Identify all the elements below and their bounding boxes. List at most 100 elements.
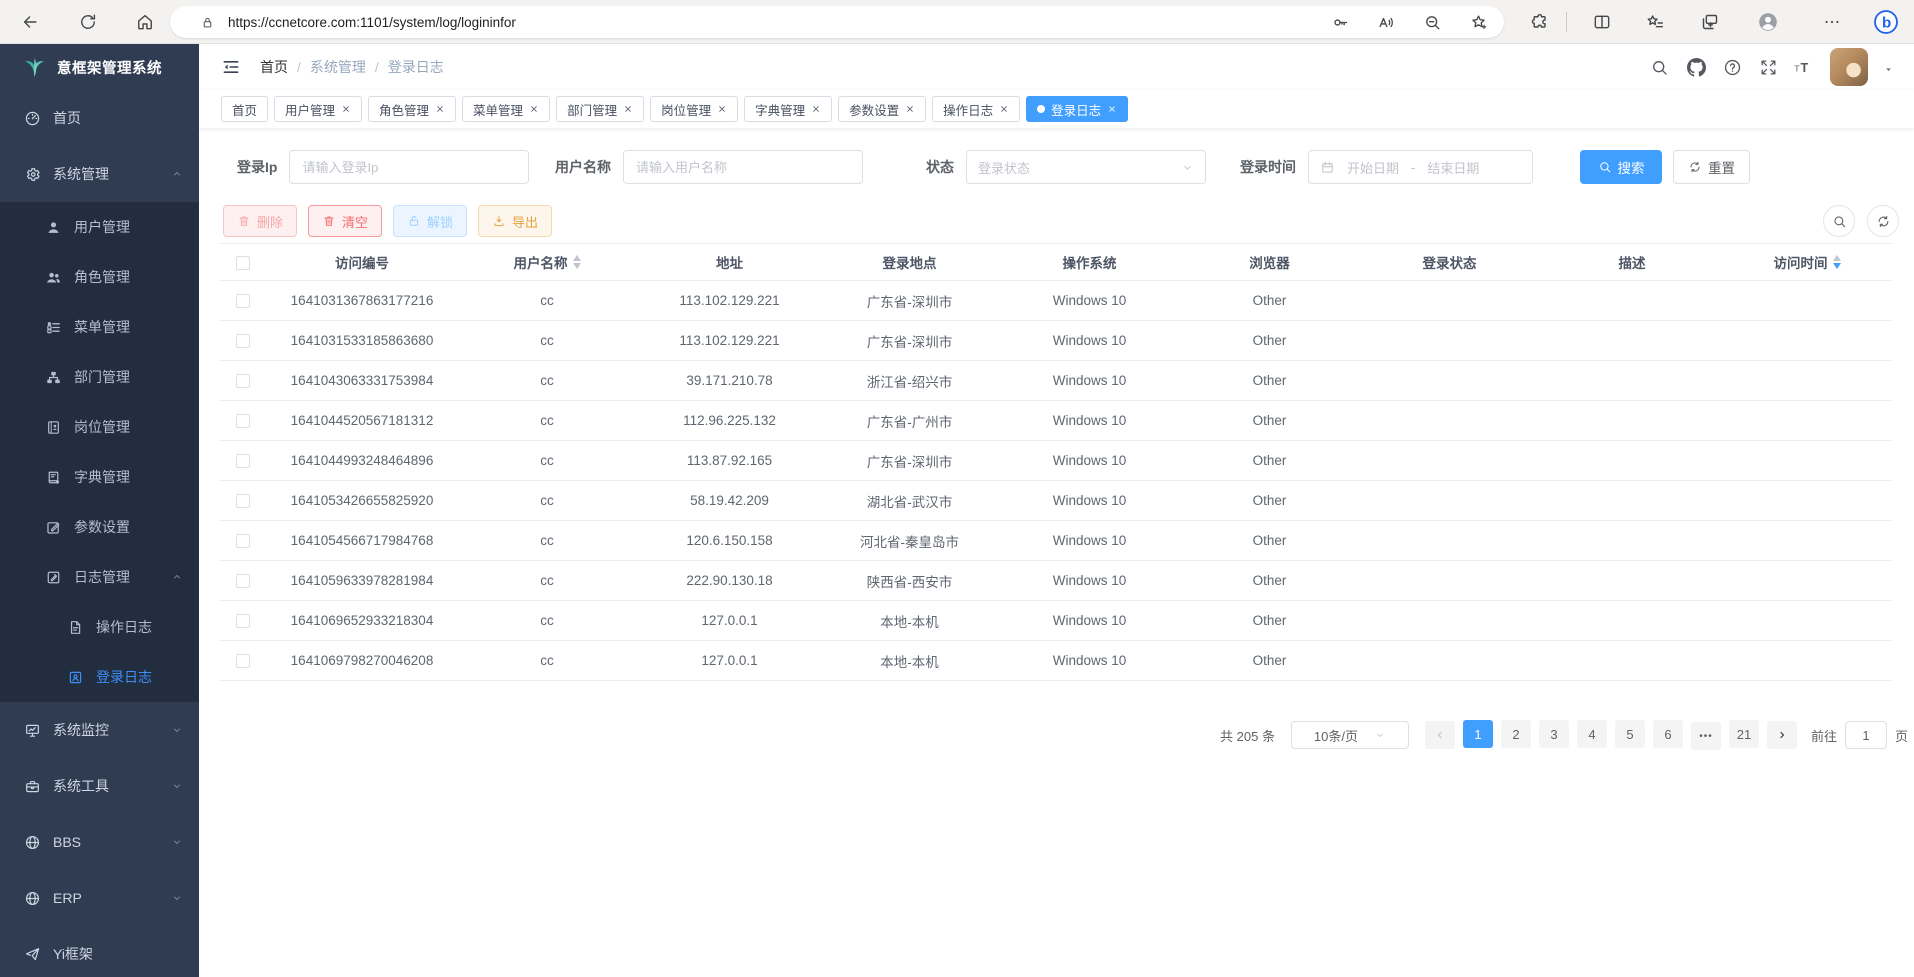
close-icon[interactable] [905, 104, 915, 114]
search-button[interactable]: 搜索 [1580, 150, 1662, 184]
unlock-button[interactable]: 解锁 [393, 205, 467, 237]
row-checkbox[interactable] [236, 654, 250, 668]
refresh-icon[interactable] [78, 12, 98, 32]
status-select[interactable]: 登录状态 [966, 150, 1206, 184]
sidebar-item-Yi框架[interactable]: Yi框架 [0, 926, 199, 977]
sidebar-item-参数设置[interactable]: 参数设置 [0, 502, 199, 552]
sort-caret[interactable] [573, 255, 581, 269]
sidebar-item-岗位管理[interactable]: 岗位管理 [0, 402, 199, 452]
sidebar-item-角色管理[interactable]: 角色管理 [0, 252, 199, 302]
breadcrumb-system[interactable]: 系统管理 [310, 57, 366, 77]
split-screen-icon[interactable] [1592, 12, 1612, 32]
close-icon[interactable] [1107, 104, 1117, 114]
sidebar-item-ERP[interactable]: ERP [0, 870, 199, 926]
close-icon[interactable] [529, 104, 539, 114]
sidebar-item-日志管理[interactable]: 日志管理 [0, 552, 199, 602]
sidebar-item-用户管理[interactable]: 用户管理 [0, 202, 199, 252]
row-checkbox[interactable] [236, 334, 250, 348]
row-checkbox[interactable] [236, 294, 250, 308]
extensions-icon[interactable] [1530, 12, 1550, 32]
date-range-picker[interactable]: 开始日期 - 结束日期 [1308, 150, 1533, 184]
home-icon[interactable] [135, 12, 155, 32]
delete-button[interactable]: 删除 [223, 205, 297, 237]
prev-page-button[interactable] [1425, 721, 1455, 749]
row-checkbox[interactable] [236, 574, 250, 588]
sort-caret[interactable] [1833, 255, 1841, 269]
search-icon[interactable] [1650, 58, 1669, 77]
back-icon[interactable] [20, 12, 40, 32]
row-checkbox[interactable] [236, 374, 250, 388]
text-size-icon[interactable]: TT [1793, 58, 1812, 77]
select-all-checkbox[interactable] [236, 256, 250, 270]
zoom-out-icon[interactable] [1423, 13, 1442, 32]
close-icon[interactable] [999, 104, 1009, 114]
page-button-2[interactable]: 2 [1501, 720, 1531, 748]
favorites-icon[interactable] [1645, 12, 1665, 32]
sidebar-item-BBS[interactable]: BBS [0, 814, 199, 870]
sidebar-collapse-icon[interactable] [221, 57, 241, 77]
page-button-3[interactable]: 3 [1539, 720, 1569, 748]
sidebar-item-登录日志[interactable]: 登录日志 [0, 652, 199, 702]
login-ip-input[interactable] [289, 150, 529, 184]
reset-button[interactable]: 重置 [1673, 150, 1750, 184]
close-icon[interactable] [717, 104, 727, 114]
column-header-time[interactable]: 访问时间 [1722, 244, 1892, 281]
bing-icon[interactable]: b [1872, 8, 1900, 36]
user-avatar[interactable] [1830, 48, 1868, 86]
goto-page-input[interactable] [1845, 721, 1887, 749]
tab-菜单管理[interactable]: 菜单管理 [462, 96, 550, 122]
clear-button[interactable]: 清空 [308, 205, 382, 237]
collections-icon[interactable] [1700, 12, 1720, 32]
pager-ellipsis[interactable]: ••• [1691, 722, 1721, 750]
column-header-user[interactable]: 用户名称 [457, 244, 637, 281]
page-button-6[interactable]: 6 [1653, 720, 1683, 748]
next-page-button[interactable] [1767, 721, 1797, 749]
sidebar-item-操作日志[interactable]: 操作日志 [0, 602, 199, 652]
caret-down-icon[interactable] [1883, 64, 1894, 75]
sidebar-item-系统工具[interactable]: 系统工具 [0, 758, 199, 814]
sidebar-item-系统管理[interactable]: 系统管理 [0, 146, 199, 202]
toggle-search-button[interactable] [1823, 205, 1855, 237]
read-aloud-icon[interactable] [1377, 13, 1396, 32]
github-icon[interactable] [1687, 58, 1706, 77]
tab-岗位管理[interactable]: 岗位管理 [650, 96, 738, 122]
sidebar-item-菜单管理[interactable]: 菜单管理 [0, 302, 199, 352]
url-bar[interactable]: https://ccnetcore.com:1101/system/log/lo… [170, 6, 1504, 38]
page-button-1[interactable]: 1 [1463, 720, 1493, 748]
more-icon[interactable] [1822, 12, 1842, 32]
close-icon[interactable] [341, 104, 351, 114]
close-icon[interactable] [811, 104, 821, 114]
sidebar-item-系统监控[interactable]: 系统监控 [0, 702, 199, 758]
page-button-21[interactable]: 21 [1729, 720, 1759, 748]
sidebar-item-部门管理[interactable]: 部门管理 [0, 352, 199, 402]
page-button-5[interactable]: 5 [1615, 720, 1645, 748]
breadcrumb-home[interactable]: 首页 [260, 57, 288, 77]
tab-首页[interactable]: 首页 [221, 96, 268, 122]
fullscreen-icon[interactable] [1759, 58, 1778, 77]
row-checkbox[interactable] [236, 614, 250, 628]
tab-操作日志[interactable]: 操作日志 [932, 96, 1020, 122]
close-icon[interactable] [623, 104, 633, 114]
profile-icon[interactable] [1756, 10, 1780, 34]
tab-用户管理[interactable]: 用户管理 [274, 96, 362, 122]
tab-角色管理[interactable]: 角色管理 [368, 96, 456, 122]
row-checkbox[interactable] [236, 494, 250, 508]
help-icon[interactable] [1723, 58, 1742, 77]
user-name-input[interactable] [623, 150, 863, 184]
page-size-select[interactable]: 10条/页 [1291, 721, 1409, 749]
url-text[interactable]: https://ccnetcore.com:1101/system/log/lo… [228, 15, 516, 30]
export-button[interactable]: 导出 [478, 205, 552, 237]
password-key-icon[interactable] [1331, 13, 1350, 32]
close-icon[interactable] [435, 104, 445, 114]
refresh-table-button[interactable] [1867, 205, 1899, 237]
sidebar-item-首页[interactable]: 首页 [0, 90, 199, 146]
page-button-4[interactable]: 4 [1577, 720, 1607, 748]
tab-参数设置[interactable]: 参数设置 [838, 96, 926, 122]
tab-登录日志[interactable]: 登录日志 [1026, 96, 1128, 122]
row-checkbox[interactable] [236, 534, 250, 548]
tab-部门管理[interactable]: 部门管理 [556, 96, 644, 122]
row-checkbox[interactable] [236, 454, 250, 468]
row-checkbox[interactable] [236, 414, 250, 428]
add-favorite-icon[interactable] [1469, 13, 1488, 32]
sidebar-item-字典管理[interactable]: 字典管理 [0, 452, 199, 502]
